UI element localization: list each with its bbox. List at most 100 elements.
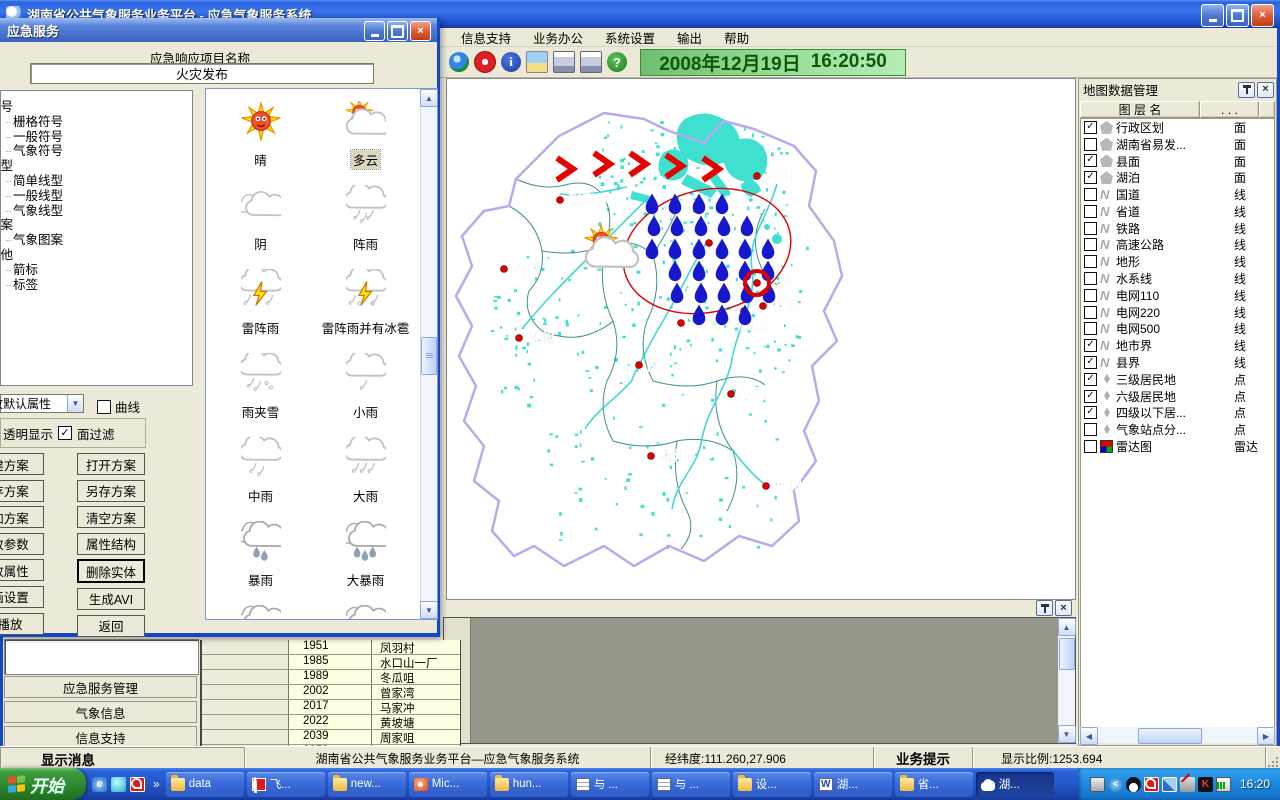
tree-item[interactable]: 气象线型 xyxy=(1,204,192,219)
weather-symbol-cell[interactable]: 雷阵雨并有冰雹 xyxy=(313,265,418,349)
quick-launch-icon[interactable] xyxy=(111,777,126,792)
scroll-down-icon[interactable]: ▼ xyxy=(420,601,438,619)
weather-symbol-cell[interactable]: 雷阵雨 xyxy=(208,265,313,349)
taskbar-button[interactable]: Mic... xyxy=(409,772,487,797)
minimize-button[interactable] xyxy=(1201,4,1224,27)
globe-icon[interactable] xyxy=(449,52,469,72)
pin-icon[interactable] xyxy=(1238,82,1255,98)
pin-icon[interactable] xyxy=(1036,600,1053,616)
layers-horizontal-scrollbar[interactable]: ◀ ▶ xyxy=(1080,727,1275,743)
nav-bar-item[interactable]: 气象信息 xyxy=(4,701,197,723)
layer-checkbox[interactable] xyxy=(1084,188,1097,201)
symbols-vertical-scrollbar[interactable]: ▲ ▼ xyxy=(420,89,437,619)
layer-checkbox[interactable] xyxy=(1084,171,1097,184)
scroll-down-icon[interactable]: ▼ xyxy=(1058,725,1076,743)
tree-item[interactable]: 线型 xyxy=(0,159,192,174)
layer-checkbox[interactable] xyxy=(1084,289,1097,302)
layer-row[interactable]: 国道 线 xyxy=(1081,186,1274,203)
scroll-thumb[interactable] xyxy=(1059,638,1075,670)
show-message-button[interactable]: 显示消息 xyxy=(0,747,245,769)
dialog-command-button[interactable]: 建方案 xyxy=(0,453,44,475)
layer-row[interactable]: 高速公路 线 xyxy=(1081,237,1274,254)
help-icon[interactable] xyxy=(607,52,627,72)
printer-icon[interactable] xyxy=(553,51,575,73)
dialog-command-button[interactable]: 另存方案 xyxy=(77,480,145,502)
resize-grip[interactable] xyxy=(1266,755,1280,769)
layer-row[interactable]: 铁路 线 xyxy=(1081,220,1274,237)
taskbar-button[interactable]: 湖... xyxy=(976,772,1054,797)
nav-bar-item[interactable]: 信息支持 xyxy=(4,726,197,748)
table-row[interactable]: 1989 冬瓜咀 xyxy=(202,670,460,685)
layer-checkbox[interactable] xyxy=(1084,121,1097,134)
face-filter-checkbox[interactable] xyxy=(58,426,72,440)
dialog-command-button[interactable]: 改属性 xyxy=(0,559,44,581)
layer-row[interactable]: 电网500 线 xyxy=(1081,321,1274,338)
start-button[interactable]: 开始 xyxy=(0,768,86,800)
weather-symbol-cell[interactable]: 雨夹雪 xyxy=(208,349,313,433)
dialog-command-button[interactable]: 返回 xyxy=(77,615,145,637)
weather-symbol-cell[interactable]: 小雨 xyxy=(313,349,418,433)
layer-checkbox[interactable] xyxy=(1084,440,1097,453)
dialog-command-button[interactable]: 加方案 xyxy=(0,506,44,528)
scroll-left-icon[interactable]: ◀ xyxy=(1080,727,1098,745)
layer-checkbox[interactable] xyxy=(1084,255,1097,268)
layer-checkbox[interactable] xyxy=(1084,154,1097,167)
weather-symbol-cell[interactable]: 晴 xyxy=(208,97,313,181)
table-row[interactable]: 2017 马家冲 xyxy=(202,700,460,715)
close-icon[interactable]: × xyxy=(1055,600,1072,616)
tree-item[interactable]: 符号 xyxy=(0,100,192,115)
curve-checkbox-row[interactable]: 曲线 xyxy=(97,397,140,416)
column-layer-name[interactable]: 图 层 名 xyxy=(1080,101,1200,118)
layer-checkbox[interactable] xyxy=(1084,238,1097,251)
layer-row[interactable]: 地形 线 xyxy=(1081,253,1274,270)
layer-row[interactable]: 县面 面 xyxy=(1081,153,1274,170)
dialog-maximize-button[interactable] xyxy=(387,21,408,41)
weather-symbol-cell[interactable]: 大暴雨 xyxy=(313,517,418,601)
nav-bar-item[interactable]: 应急服务管理 xyxy=(4,676,197,698)
tree-item[interactable]: 气象图案 xyxy=(1,233,192,248)
layer-row[interactable]: 六级居民地 点 xyxy=(1081,388,1274,405)
scroll-up-icon[interactable]: ▲ xyxy=(1058,618,1076,636)
layer-checkbox[interactable] xyxy=(1084,390,1097,403)
layer-row[interactable]: 湖泊 面 xyxy=(1081,169,1274,186)
taskbar-button[interactable]: 与 ... xyxy=(571,772,649,797)
layer-row[interactable]: 三级居民地 点 xyxy=(1081,371,1274,388)
dialog-command-button[interactable]: 删除实体 xyxy=(77,559,145,583)
layer-checkbox[interactable] xyxy=(1084,322,1097,335)
menu-item[interactable]: 输出 xyxy=(666,26,713,49)
scroll-right-icon[interactable]: ▶ xyxy=(1257,727,1275,745)
weather-symbol-cell[interactable]: 大雨 xyxy=(313,433,418,517)
business-hint-button[interactable]: 业务提示 xyxy=(874,747,973,769)
project-name-input[interactable]: 火灾发布 xyxy=(30,63,374,84)
taskbar-button[interactable]: 飞... xyxy=(247,772,325,797)
bottom-vertical-scrollbar[interactable]: ▲ ▼ xyxy=(1058,618,1075,743)
dialog-command-button[interactable]: 画设置 xyxy=(0,586,44,608)
tray-icon[interactable] xyxy=(1126,777,1141,792)
tree-item[interactable]: 气象符号 xyxy=(1,144,192,159)
layer-checkbox[interactable] xyxy=(1084,373,1097,386)
layer-checkbox[interactable] xyxy=(1084,406,1097,419)
tree-item[interactable]: 栅格符号 xyxy=(1,115,192,130)
table-row[interactable]: 1951 凤羽村 xyxy=(202,640,460,655)
image-icon[interactable] xyxy=(526,51,548,73)
menu-item[interactable]: 系统设置 xyxy=(594,26,666,49)
layer-checkbox[interactable] xyxy=(1084,306,1097,319)
column-more[interactable]: . . . xyxy=(1200,101,1259,118)
scroll-thumb[interactable] xyxy=(1138,728,1202,744)
layer-checkbox[interactable] xyxy=(1084,222,1097,235)
scroll-thumb[interactable] xyxy=(421,337,437,375)
tree-item[interactable]: 一般线型 xyxy=(1,189,192,204)
dialog-command-button[interactable]: 存方案 xyxy=(0,480,44,502)
dialog-command-button[interactable]: 播放 xyxy=(0,613,44,635)
layer-row[interactable]: 省道 线 xyxy=(1081,203,1274,220)
menu-item[interactable]: 信息支持 xyxy=(450,26,522,49)
tray-icon[interactable] xyxy=(1198,777,1213,792)
table-row[interactable]: 1985 水口山一厂 xyxy=(202,655,460,670)
dialog-command-button[interactable]: 打开方案 xyxy=(77,453,145,475)
menu-item[interactable]: 帮助 xyxy=(713,26,760,49)
layer-row[interactable]: 行政区划 面 xyxy=(1081,119,1274,136)
taskbar-button[interactable]: new... xyxy=(328,772,406,797)
chevron-down-icon[interactable]: ▼ xyxy=(67,395,83,412)
layer-row[interactable]: 雷达图 雷达 xyxy=(1081,438,1274,455)
table-row[interactable]: 2039 周家咀 xyxy=(202,730,460,745)
